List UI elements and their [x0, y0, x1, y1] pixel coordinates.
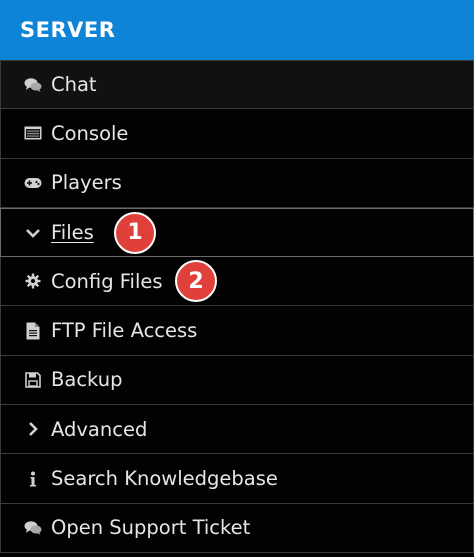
menu-item-config-files[interactable]: Config Files 2 — [0, 257, 474, 307]
step-badge-1: 1 — [114, 211, 156, 254]
menu-item-console[interactable]: Console — [0, 109, 474, 159]
chat-icon — [23, 75, 43, 95]
menu-item-label: Players — [51, 171, 122, 195]
chevron-down-icon — [23, 223, 43, 243]
console-icon — [23, 123, 43, 143]
menu-item-backup[interactable]: Backup — [0, 355, 474, 406]
menu-item-label: Backup — [51, 368, 123, 392]
chevron-right-icon — [23, 419, 43, 439]
menu-item-search-knowledgebase[interactable]: Search Knowledgebase — [0, 454, 474, 504]
menu-item-label: Console — [51, 121, 129, 145]
panel-title: SERVER — [20, 18, 116, 42]
menu-item-label: Files — [51, 221, 94, 245]
menu-item-label: Config Files — [51, 269, 163, 293]
server-menu: Chat Console Players Files 1 Config File… — [0, 60, 474, 553]
chat-icon — [23, 518, 43, 538]
menu-item-label: FTP File Access — [51, 319, 198, 343]
menu-item-chat[interactable]: Chat — [0, 60, 474, 110]
panel-header: SERVER — [0, 0, 474, 60]
menu-item-label: Search Knowledgebase — [51, 467, 278, 491]
menu-item-players[interactable]: Players — [0, 158, 474, 208]
menu-item-label: Open Support Ticket — [51, 516, 251, 540]
info-icon — [23, 469, 43, 489]
step-badge-2: 2 — [175, 260, 217, 303]
server-panel: SERVER Chat Console Players Files 1 Conf… — [0, 0, 474, 557]
gear-icon — [23, 271, 43, 291]
menu-item-open-support-ticket[interactable]: Open Support Ticket — [0, 503, 474, 553]
menu-item-label: Advanced — [51, 417, 148, 441]
menu-item-label: Chat — [51, 73, 97, 97]
menu-item-advanced[interactable]: Advanced — [0, 405, 474, 455]
file-icon — [23, 321, 43, 341]
floppy-icon — [23, 370, 43, 390]
gamepad-icon — [23, 173, 43, 193]
menu-item-ftp-file-access[interactable]: FTP File Access — [0, 306, 474, 356]
menu-item-files[interactable]: Files 1 — [0, 207, 474, 258]
